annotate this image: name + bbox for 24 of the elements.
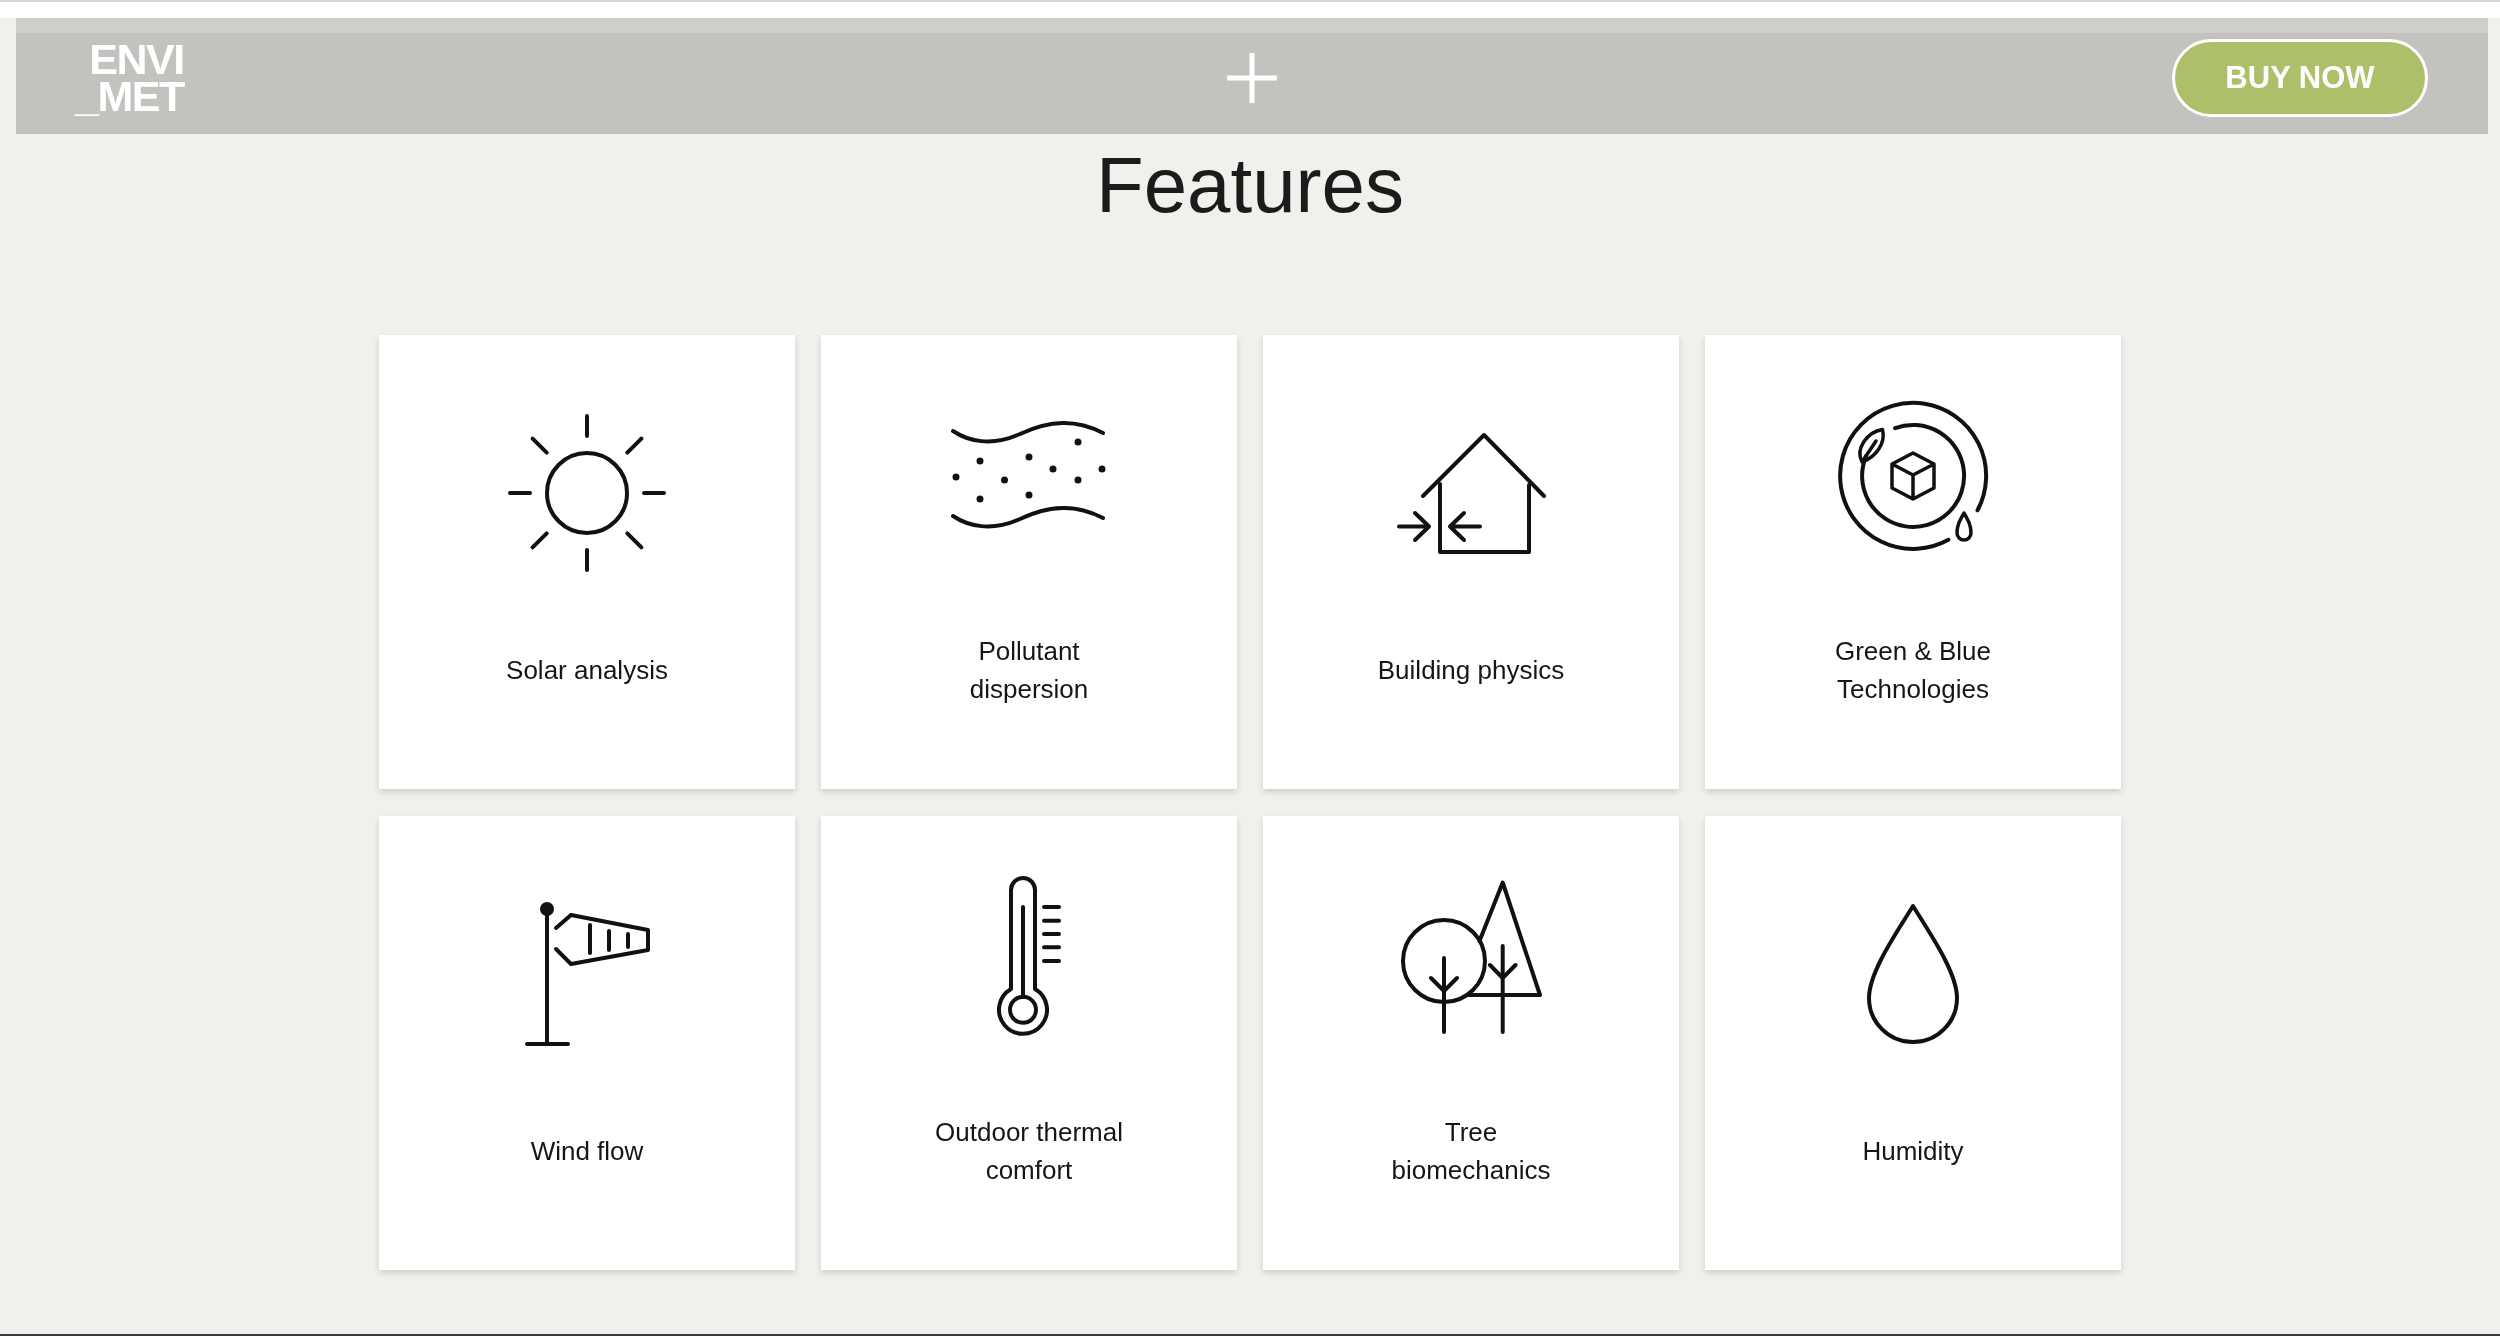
thermometer-icon (995, 876, 1063, 1038)
feature-label: Pollutant dispersion (968, 635, 1090, 706)
drop-icon (1865, 903, 1961, 1045)
feature-label: Wind flow (530, 1135, 644, 1168)
feature-label: Building physics (1377, 654, 1565, 687)
feature-label: Green & Blue Technologies (1833, 635, 1993, 706)
house-arrows-icon (1396, 432, 1546, 554)
feature-label: Tree biomechanics (1390, 1116, 1552, 1187)
sun-icon (507, 413, 667, 573)
feature-card[interactable]: Green & Blue Technologies (1705, 335, 2121, 789)
ring-cube-leaf-icon (1836, 399, 1990, 553)
feature-card[interactable]: Building physics (1263, 335, 1679, 789)
feature-card[interactable]: Pollutant dispersion (821, 335, 1237, 789)
feature-label: Humidity (1862, 1135, 1964, 1168)
feature-card[interactable]: Humidity (1705, 816, 2121, 1270)
feature-label: Outdoor thermal comfort (934, 1116, 1124, 1187)
feature-card[interactable]: Tree biomechanics (1263, 816, 1679, 1270)
feature-card[interactable]: Outdoor thermal comfort (821, 816, 1237, 1270)
trees-icon (1399, 880, 1543, 1034)
section-heading: Features (1095, 140, 1405, 231)
windsock-icon (524, 901, 650, 1047)
feature-card[interactable]: Wind flow (379, 816, 795, 1270)
feature-label: Solar analysis (506, 654, 668, 687)
feature-card[interactable]: Solar analysis (379, 335, 795, 789)
